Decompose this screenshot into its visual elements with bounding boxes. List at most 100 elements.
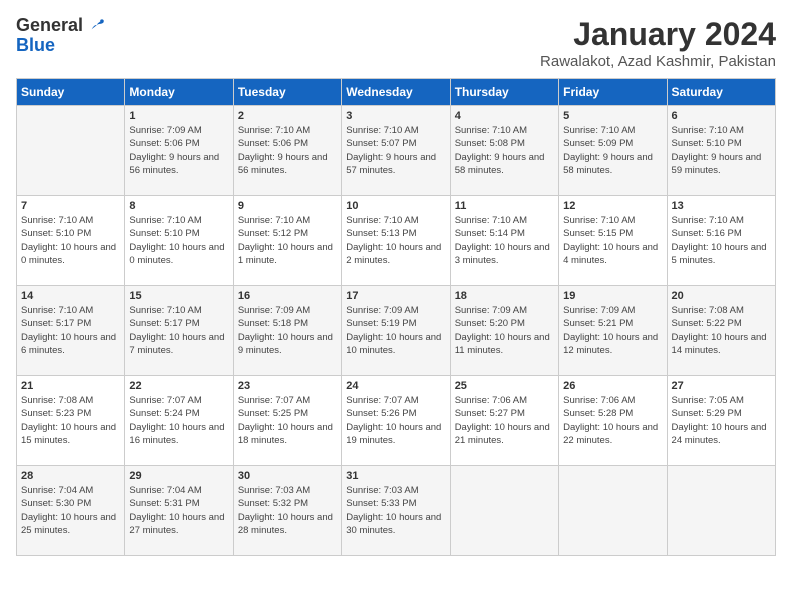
day-info: Sunrise: 7:10 AM Sunset: 5:16 PM Dayligh…	[672, 214, 771, 267]
day-info: Sunrise: 7:06 AM Sunset: 5:28 PM Dayligh…	[563, 394, 662, 447]
calendar-cell: 1Sunrise: 7:09 AM Sunset: 5:06 PM Daylig…	[125, 106, 233, 196]
location-title: Rawalakot, Azad Kashmir, Pakistan	[540, 53, 776, 70]
day-info: Sunrise: 7:10 AM Sunset: 5:17 PM Dayligh…	[129, 304, 228, 357]
calendar-cell: 14Sunrise: 7:10 AM Sunset: 5:17 PM Dayli…	[17, 286, 125, 376]
logo-blue-text: Blue	[16, 36, 105, 56]
day-number: 23	[238, 380, 337, 392]
day-number: 14	[21, 290, 120, 302]
day-info: Sunrise: 7:08 AM Sunset: 5:22 PM Dayligh…	[672, 304, 771, 357]
day-info: Sunrise: 7:10 AM Sunset: 5:10 PM Dayligh…	[21, 214, 120, 267]
calendar-cell: 2 Sunrise: 7:10 AM Sunset: 5:06 PM Daylig…	[233, 106, 341, 196]
day-info: Sunrise: 7:09 AM Sunset: 5:21 PM Dayligh…	[563, 304, 662, 357]
day-info: Sunrise: 7:07 AM Sunset: 5:24 PM Dayligh…	[129, 394, 228, 447]
calendar-cell: 11 Sunrise: 7:10 AM Sunset: 5:14 PM Dayli…	[450, 196, 558, 286]
day-number: 3	[346, 110, 445, 122]
day-header-sunday: Sunday	[17, 79, 125, 106]
calendar-cell: 5Sunrise: 7:10 AM Sunset: 5:09 PM Daylig…	[559, 106, 667, 196]
day-number: 31	[346, 470, 445, 482]
day-info: Sunrise: 7:10 AM Sunset: 5:06 PM Dayligh…	[238, 124, 337, 177]
day-header-monday: Monday	[125, 79, 233, 106]
day-number: 25	[455, 380, 554, 392]
month-title: January 2024	[540, 16, 776, 53]
day-number: 20	[672, 290, 771, 302]
day-number: 13	[672, 200, 771, 212]
day-info: Sunrise: 7:09 AM Sunset: 5:18 PM Dayligh…	[238, 304, 337, 357]
calendar-cell: 13 Sunrise: 7:10 AM Sunset: 5:16 PM Dayli…	[667, 196, 775, 286]
calendar-week-row: 14 Sunrise: 7:10 AM Sunset: 5:17 PM Dayli…	[17, 286, 776, 376]
day-info: Sunrise: 7:10 AM Sunset: 5:13 PM Dayligh…	[346, 214, 445, 267]
calendar-cell: 27 Sunrise: 7:05 AM Sunset: 5:29 PM Dayli…	[667, 376, 775, 466]
day-number: 15	[129, 290, 228, 302]
day-info: Sunrise: 7:10 AM Sunset: 5:10 PM Dayligh…	[129, 214, 228, 267]
calendar-cell: 25 Sunrise: 7:06 AM Sunset: 5:27 PM Dayli…	[450, 376, 558, 466]
day-number: 16	[238, 290, 337, 302]
day-number: 11	[455, 200, 554, 212]
logo-bird-icon	[85, 16, 105, 36]
calendar-cell: 7 Sunrise: 7:10 AM Sunset: 5:10 PM Daylig…	[17, 196, 125, 286]
calendar-cell: 28 Sunrise: 7:04 AM Sunset: 5:30 PM Dayli…	[17, 466, 125, 556]
day-number: 19	[563, 290, 662, 302]
title-area: January 2024 Rawalakot, Azad Kashmir, Pa…	[540, 16, 776, 70]
day-number: 26	[563, 380, 662, 392]
day-info: Sunrise: 7:08 AM Sunset: 5:23 PM Dayligh…	[21, 394, 120, 447]
calendar-cell: 21 Sunrise: 7:08 AM Sunset: 5:23 PM Dayli…	[17, 376, 125, 466]
day-number: 7	[21, 200, 120, 212]
calendar-cell: 8Sunrise: 7:10 AM Sunset: 5:10 PM Daylig…	[125, 196, 233, 286]
day-info: Sunrise: 7:03 AM Sunset: 5:32 PM Dayligh…	[238, 484, 337, 537]
day-info: Sunrise: 7:07 AM Sunset: 5:26 PM Dayligh…	[346, 394, 445, 447]
calendar-cell: 12Sunrise: 7:10 AM Sunset: 5:15 PM Dayli…	[559, 196, 667, 286]
day-number: 28	[21, 470, 120, 482]
calendar-cell: 26 Sunrise: 7:06 AM Sunset: 5:28 PM Dayli…	[559, 376, 667, 466]
calendar-cell: 16 Sunrise: 7:09 AM Sunset: 5:18 PM Dayli…	[233, 286, 341, 376]
logo-general-text: General	[16, 16, 83, 36]
calendar-cell: 22Sunrise: 7:07 AM Sunset: 5:24 PM Dayli…	[125, 376, 233, 466]
logo: General Blue	[16, 16, 105, 56]
day-number: 1	[129, 110, 228, 122]
day-info: Sunrise: 7:05 AM Sunset: 5:29 PM Dayligh…	[672, 394, 771, 447]
calendar-cell: 31 Sunrise: 7:03 AM Sunset: 5:33 PM Dayli…	[342, 466, 450, 556]
calendar-cell: 19 Sunrise: 7:09 AM Sunset: 5:21 PM Dayli…	[559, 286, 667, 376]
calendar-week-row: 1Sunrise: 7:09 AM Sunset: 5:06 PM Daylig…	[17, 106, 776, 196]
day-number: 6	[672, 110, 771, 122]
day-number: 4	[455, 110, 554, 122]
day-info: Sunrise: 7:10 AM Sunset: 5:09 PM Dayligh…	[563, 124, 662, 177]
calendar-week-row: 28 Sunrise: 7:04 AM Sunset: 5:30 PM Dayli…	[17, 466, 776, 556]
day-number: 24	[346, 380, 445, 392]
day-header-thursday: Thursday	[450, 79, 558, 106]
day-header-tuesday: Tuesday	[233, 79, 341, 106]
calendar-cell: 4 Sunrise: 7:10 AM Sunset: 5:08 PM Daylig…	[450, 106, 558, 196]
calendar-table: SundayMondayTuesdayWednesdayThursdayFrid…	[16, 78, 776, 556]
day-info: Sunrise: 7:10 AM Sunset: 5:12 PM Dayligh…	[238, 214, 337, 267]
calendar-cell: 15 Sunrise: 7:10 AM Sunset: 5:17 PM Dayli…	[125, 286, 233, 376]
day-info: Sunrise: 7:10 AM Sunset: 5:15 PM Dayligh…	[563, 214, 662, 267]
header: General Blue January 2024 Rawalakot, Aza…	[16, 16, 776, 70]
day-info: Sunrise: 7:10 AM Sunset: 5:14 PM Dayligh…	[455, 214, 554, 267]
calendar-cell: 9 Sunrise: 7:10 AM Sunset: 5:12 PM Daylig…	[233, 196, 341, 286]
calendar-body: 1Sunrise: 7:09 AM Sunset: 5:06 PM Daylig…	[17, 106, 776, 556]
day-info: Sunrise: 7:10 AM Sunset: 5:10 PM Dayligh…	[672, 124, 771, 177]
calendar-week-row: 21 Sunrise: 7:08 AM Sunset: 5:23 PM Dayli…	[17, 376, 776, 466]
day-info: Sunrise: 7:09 AM Sunset: 5:19 PM Dayligh…	[346, 304, 445, 357]
day-info: Sunrise: 7:06 AM Sunset: 5:27 PM Dayligh…	[455, 394, 554, 447]
calendar-cell: 23 Sunrise: 7:07 AM Sunset: 5:25 PM Dayli…	[233, 376, 341, 466]
day-number: 10	[346, 200, 445, 212]
calendar-cell: 10 Sunrise: 7:10 AM Sunset: 5:13 PM Dayli…	[342, 196, 450, 286]
day-header-friday: Friday	[559, 79, 667, 106]
day-number: 27	[672, 380, 771, 392]
day-number: 2	[238, 110, 337, 122]
day-info: Sunrise: 7:07 AM Sunset: 5:25 PM Dayligh…	[238, 394, 337, 447]
day-info: Sunrise: 7:10 AM Sunset: 5:08 PM Dayligh…	[455, 124, 554, 177]
day-header-saturday: Saturday	[667, 79, 775, 106]
day-number: 18	[455, 290, 554, 302]
calendar-cell: 3 Sunrise: 7:10 AM Sunset: 5:07 PM Daylig…	[342, 106, 450, 196]
day-number: 9	[238, 200, 337, 212]
day-info: Sunrise: 7:04 AM Sunset: 5:30 PM Dayligh…	[21, 484, 120, 537]
calendar-cell: 20 Sunrise: 7:08 AM Sunset: 5:22 PM Dayli…	[667, 286, 775, 376]
day-number: 17	[346, 290, 445, 302]
day-info: Sunrise: 7:03 AM Sunset: 5:33 PM Dayligh…	[346, 484, 445, 537]
calendar-cell: 29Sunrise: 7:04 AM Sunset: 5:31 PM Dayli…	[125, 466, 233, 556]
day-info: Sunrise: 7:10 AM Sunset: 5:07 PM Dayligh…	[346, 124, 445, 177]
day-number: 21	[21, 380, 120, 392]
calendar-cell: 6 Sunrise: 7:10 AM Sunset: 5:10 PM Daylig…	[667, 106, 775, 196]
calendar-week-row: 7 Sunrise: 7:10 AM Sunset: 5:10 PM Daylig…	[17, 196, 776, 286]
